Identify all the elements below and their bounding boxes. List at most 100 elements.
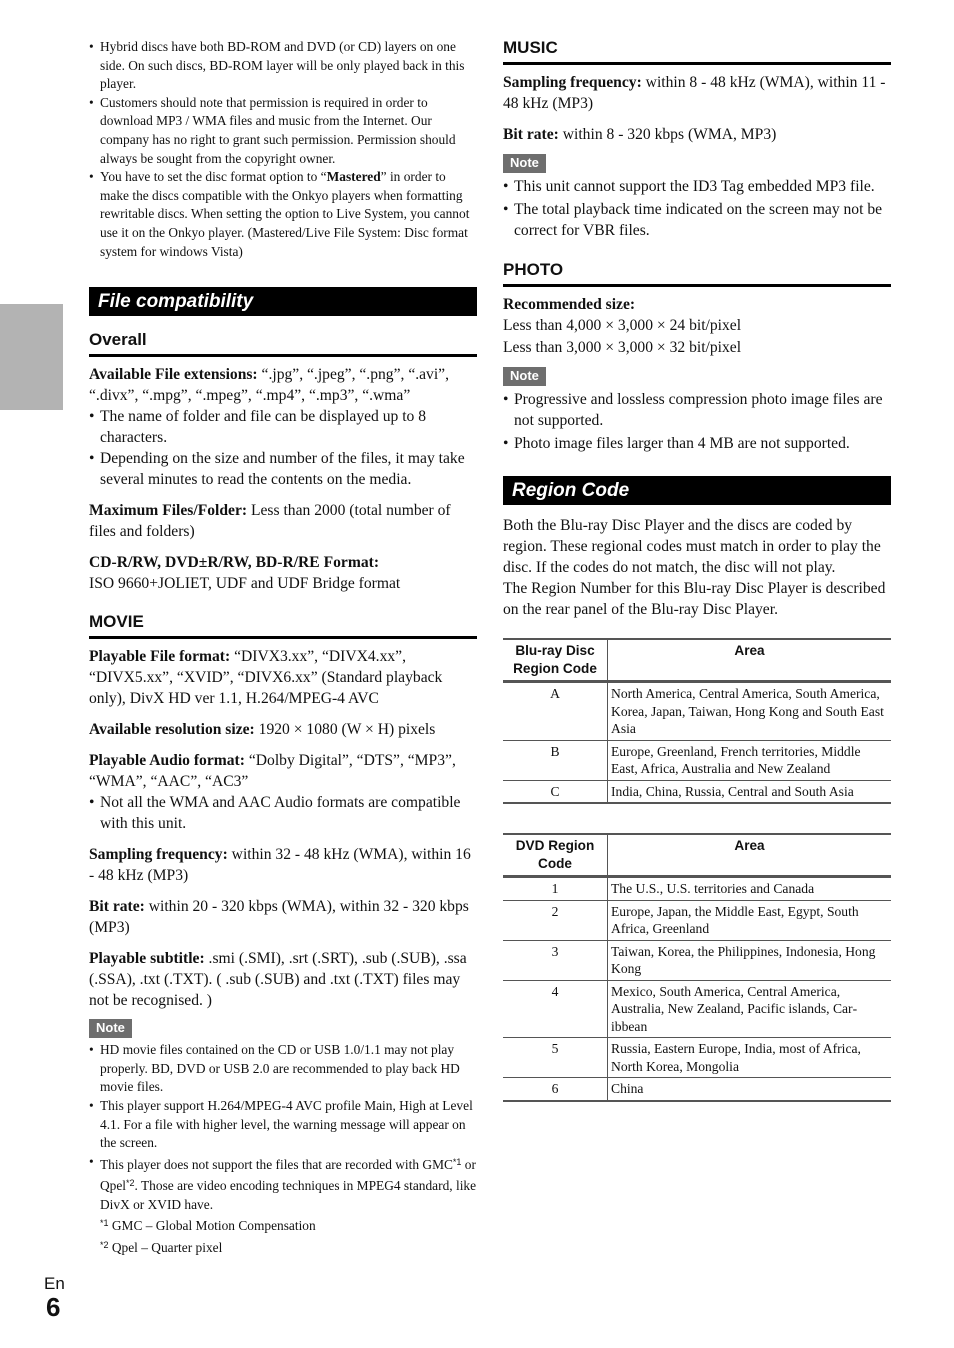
text: You have to set the disc format option t… [100,169,327,185]
music-bitrate-spec: Bit rate: within 8 - 320 kbps (WMA, MP3) [503,124,891,145]
table-row: 5 Russia, Eastern Europe, India, most of… [503,1037,891,1078]
photo-size-spec: Recommended size: [503,294,891,315]
area-cell: Taiwan, Korea, the Philippines, Indonesi… [607,940,891,981]
region-description-2: The Region Number for this Blu-ray Disc … [503,580,886,618]
table-row: C India, China, Russia, Central and Sout… [503,780,891,804]
table-row: A North America, Central America, South … [503,681,891,741]
note-badge: Note [503,367,546,386]
table-row: 4 Mexico, South America, Central America… [503,980,891,1038]
region-description: Both the Blu-ray Disc Player and the dis… [503,517,881,576]
note-badge: Note [503,154,546,173]
spec-value: 1920 × 1080 (W × H) pixels [254,721,436,739]
area-cell: The U.S., U.S. territories and Canada [607,876,891,901]
movie-audio-format-spec: Playable Audio format: “Dolby Digital”, … [89,750,477,792]
page-number: 6 [46,1292,61,1322]
footnote-mark: *1 [100,1218,109,1229]
column-header: Area [607,638,891,683]
spec-label: Available File extensions: [89,366,258,384]
area-cell: China [607,1077,891,1102]
intro-bullet: Hybrid discs have both BD-ROM and DVD (o… [89,38,477,94]
section-title-file-compatibility: File compatibility [89,287,477,317]
region-code-cell: 2 [503,900,608,941]
footnote-mark: *2 [126,1178,135,1189]
spec-label: Playable subtitle: [89,950,205,968]
region-code-cell: 3 [503,940,608,981]
area-cell: India, China, Russia, Central and South … [607,780,891,804]
spec-label: Playable File format: [89,648,231,666]
spec-label: Playable Audio format: [89,752,245,770]
table-row: 2 Europe, Japan, the Middle East, Egypt,… [503,900,891,941]
note-badge: Note [89,1019,132,1039]
overall-bullets: The name of folder and file can be displ… [89,406,477,490]
footnote: *2 Qpel – Quarter pixel [89,1236,477,1258]
subsection-heading-overall: Overall [89,330,477,358]
audio-bullet: Not all the WMA and AAC Audio formats ar… [89,792,477,834]
spec-label: Bit rate: [89,898,145,916]
music-note-bullets: This unit cannot support the ID3 Tag emb… [503,176,891,241]
spec-label: CD-R/RW, DVD±R/RW, BD-R/RE Format: [89,554,380,572]
overall-bullet: The name of folder and file can be displ… [89,406,477,448]
movie-audio-bullets: Not all the WMA and AAC Audio formats ar… [89,792,477,834]
file-extensions-spec: Available File extensions: “.jpg”, “.jpe… [89,364,477,406]
bold-text: Mastered [326,169,381,185]
intro-bullet-mastered: You have to set the disc format option t… [89,168,477,261]
movie-file-format-spec: Playable File format: “DIVX3.xx”, “DIVX4… [89,646,477,709]
photo-note-bullets: Progressive and lossless compression pho… [503,389,891,454]
music-sampling-spec: Sampling frequency: within 8 - 48 kHz (W… [503,72,891,114]
spec-value: ISO 9660+JOLIET, UDF and UDF Bridge form… [89,575,401,593]
intro-bullet: Customers should note that permission is… [89,94,477,168]
column-header: Blu-ray Disc Region Code [503,638,608,683]
footnote: *1 GMC – Global Motion Compensation [89,1214,477,1236]
overall-bullet: Depending on the size and number of the … [89,448,477,490]
table-row: 1 The U.S., U.S. territories and Canada [503,876,891,901]
text: . Those are video encoding techniques in… [100,1178,477,1212]
photo-size-line: Less than 3,000 × 3,000 × 32 bit/pixel [503,339,742,356]
area-cell: Europe, Japan, the Middle East, Egypt, S… [607,900,891,941]
footnote-text: GMC – Global Motion Compensation [108,1218,316,1234]
photo-size-line: Less than 4,000 × 3,000 × 24 bit/pixel [503,317,742,334]
movie-resolution-spec: Available resolution size: 1920 × 1080 (… [89,719,477,740]
region-code-cell: A [503,681,608,741]
footnote-mark: *2 [100,1240,109,1251]
note-bullet: This player support H.264/MPEG-4 AVC pro… [89,1097,477,1153]
spec-label: Maximum Files/Folder: [89,502,248,520]
page-language: En [44,1274,65,1293]
table-row: 6 China [503,1077,891,1102]
region-code-cell: B [503,740,608,781]
table-header-row: DVD Region Code Area [503,833,891,878]
movie-note-bullets: HD movie files contained on the CD or US… [89,1041,477,1214]
movie-subtitle-spec: Playable subtitle: .smi (.SMI), .srt (.S… [89,948,477,1011]
chapter-tab-marker [0,304,63,410]
region-code-cell: C [503,780,608,804]
right-column: MUSIC Sampling frequency: within 8 - 48 … [503,38,891,1102]
table-row: 3 Taiwan, Korea, the Philippines, Indone… [503,940,891,981]
subsection-heading-photo: PHOTO [503,260,891,287]
footnote-text: Qpel – Quarter pixel [108,1240,223,1256]
max-files-spec: Maximum Files/Folder: Less than 2000 (to… [89,500,477,542]
region-code-cell: 6 [503,1077,608,1102]
spec-label: Available resolution size: [89,721,255,739]
note-bullet: This unit cannot support the ID3 Tag emb… [503,176,891,197]
bluray-region-table: Blu-ray Disc Region Code Area A North Am… [503,638,891,804]
subsection-heading-music: MUSIC [503,38,891,65]
movie-bitrate-spec: Bit rate: within 20 - 320 kbps (WMA), wi… [89,896,477,938]
area-cell: North America, Central America, South Am… [607,681,891,741]
left-column: Hybrid discs have both BD-ROM and DVD (o… [89,38,477,1258]
area-cell: Mexico, South America, Central America, … [607,980,891,1038]
movie-sampling-spec: Sampling frequency: within 32 - 48 kHz (… [89,844,477,886]
disc-format-spec: CD-R/RW, DVD±R/RW, BD-R/RE Format: ISO 96… [89,552,477,594]
table-header-row: Blu-ray Disc Region Code Area [503,638,891,683]
note-bullet-gmc: This player does not support the files t… [89,1153,477,1215]
note-bullet: Photo image files larger than 4 MB are n… [503,433,891,454]
region-code-cell: 5 [503,1037,608,1078]
text: This player does not support the files t… [100,1156,453,1172]
note-bullet: Progressive and lossless compression pho… [503,389,891,431]
spec-label: Sampling frequency: [503,74,642,91]
section-title-region-code: Region Code [503,476,891,505]
spec-label: Bit rate: [503,126,559,143]
column-header: DVD Region Code [503,833,608,878]
subsection-heading-movie: MOVIE [89,612,477,640]
note-bullet: HD movie files contained on the CD or US… [89,1041,477,1097]
spec-value: within 20 - 320 kbps (WMA), within 32 - … [89,898,469,937]
spec-label: Sampling frequency: [89,846,228,864]
